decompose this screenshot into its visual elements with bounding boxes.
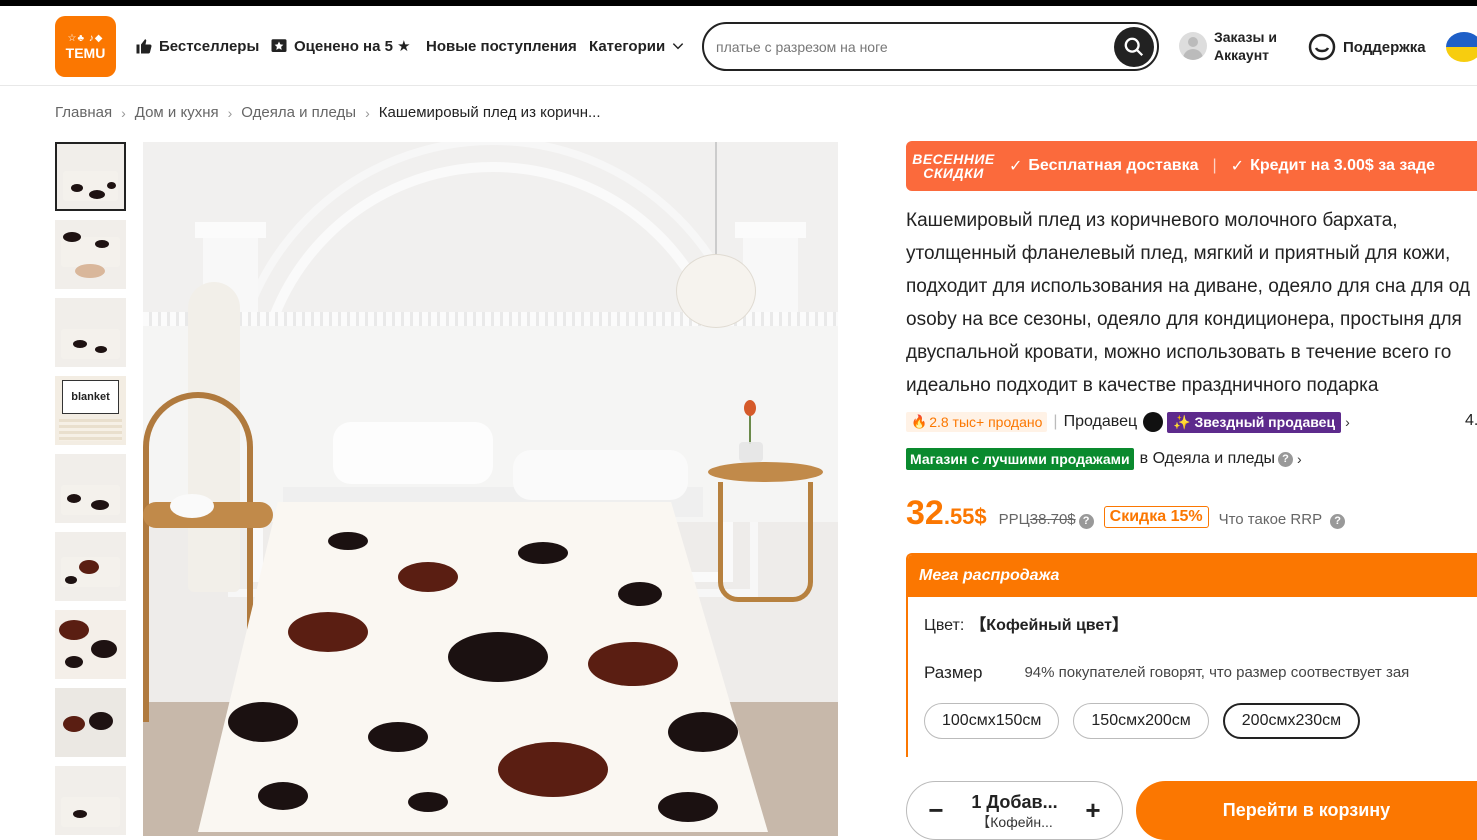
chevron-right-icon: › [227, 104, 233, 121]
mega-sale-title: Мега распродажа [908, 555, 1477, 597]
rating-value: 4. [1465, 412, 1477, 429]
rrp: РРЦ38.70$ [998, 511, 1076, 528]
chevron-down-icon [669, 37, 687, 55]
header: ☆♣ ♪◆ TEMU Бестселлеры Оценено на 5 ★ Но… [0, 6, 1477, 86]
color-row: Цвет: 【Кофейный цвет】 [924, 611, 1128, 635]
check-icon: ✓ [1230, 158, 1245, 175]
product-title: Кашемировый плед из коричневого молочног… [906, 210, 1470, 396]
color-value: 【Кофейный цвет】 [970, 617, 1128, 634]
thumbnail[interactable] [55, 142, 126, 211]
thumbnail[interactable] [55, 454, 126, 523]
nav-categories[interactable]: Категории [589, 34, 687, 58]
thumbnail-list: blanket [55, 142, 126, 840]
quantity-display[interactable]: 1 Добав... 【Кофейн... [971, 791, 1057, 831]
thumbnail[interactable] [55, 766, 126, 835]
size-row: Размер 94% покупателей говорят, что разм… [924, 663, 1477, 683]
support-link[interactable]: Поддержка [1307, 32, 1426, 62]
chevron-right-icon: › [1297, 451, 1302, 467]
size-label: Размер [924, 663, 983, 682]
chevron-right-icon: › [121, 104, 126, 121]
size-options: 100смх150см 150смх200см 200смх230см [924, 703, 1374, 739]
thumbs-up-icon [135, 37, 153, 55]
breadcrumb-blankets[interactable]: Одеяла и пледы [241, 104, 356, 121]
star-badge-icon [270, 37, 288, 55]
help-icon[interactable]: ? [1330, 513, 1346, 529]
promo-banner: ВЕСЕННИЕ СКИДКИ ✓ Бесплатная доставка | … [906, 141, 1477, 191]
search-icon [1124, 37, 1144, 57]
mega-sale-panel: Мега распродажа Цвет: 【Кофейный цвет】 Раз… [906, 553, 1477, 757]
nav-label: Бестселлеры [159, 37, 260, 55]
color-label: Цвет: [924, 617, 965, 634]
quantity-stepper: − 1 Добав... 【Кофейн... + [906, 781, 1123, 840]
help-icon[interactable]: ? [1078, 513, 1094, 529]
divider: | [1053, 413, 1058, 430]
size-option[interactable]: 100смх150см [924, 703, 1060, 739]
nav-label: Категории [589, 37, 666, 55]
search-input[interactable] [716, 34, 1106, 60]
seller-row: 🔥 2.8 тыс+ продано | Продавец ✨ Звездный… [906, 410, 1477, 434]
price-cents: .55$ [943, 504, 987, 529]
seller-avatar[interactable] [1143, 412, 1164, 432]
nav-label: Оценено на 5 ★ [294, 38, 411, 55]
help-icon[interactable]: ? [1278, 451, 1294, 467]
thumbnail[interactable] [55, 610, 126, 679]
chevron-right-icon[interactable]: › [1345, 414, 1350, 430]
search-button[interactable] [1114, 27, 1154, 67]
search-box [702, 22, 1159, 71]
check-icon: ✓ [1009, 158, 1023, 175]
nav-rated-5[interactable]: Оценено на 5 ★ [270, 34, 411, 58]
logo-text: TEMU [65, 44, 106, 61]
what-is-rrp-link[interactable]: Что такое RRP [1219, 511, 1323, 528]
best-seller-badge: Магазин с лучшими продажами [906, 448, 1134, 470]
avatar [1179, 32, 1207, 60]
go-to-cart-button[interactable]: Перейти в корзину [1136, 781, 1477, 840]
thumbnail[interactable] [55, 688, 126, 757]
minus-icon[interactable]: − [923, 795, 949, 826]
sold-count-badge: 🔥 2.8 тыс+ продано [906, 412, 1048, 432]
nav-label: Новые поступления [426, 37, 577, 55]
best-seller-row[interactable]: Магазин с лучшими продажами в Одеяла и п… [906, 448, 1302, 470]
credit-offer: ✓ Кредит на 3.00$ за заде [1230, 157, 1436, 175]
smile-support-icon [1307, 32, 1337, 62]
size-fit-note: 94% покупателей говорят, что размер соот… [1024, 664, 1410, 681]
price-row: 32 .55$ РРЦ38.70$ ? Скидка 15% Что такое… [906, 494, 1346, 533]
account-label: Заказы и Аккаунт [1214, 29, 1277, 63]
breadcrumb-home[interactable]: Главная [55, 104, 112, 121]
thumbnail[interactable] [55, 298, 126, 367]
free-shipping: ✓ Бесплатная доставка [1009, 157, 1199, 175]
breadcrumb: Главная › Дом и кухня › Одеяла и пледы ›… [55, 104, 601, 121]
star-seller-badge[interactable]: ✨ Звездный продавец [1167, 411, 1342, 433]
size-option-selected[interactable]: 200смх230см [1222, 703, 1361, 739]
size-option[interactable]: 150смх200см [1073, 703, 1209, 739]
nav-bestsellers[interactable]: Бестселлеры [135, 34, 259, 58]
spring-sale-label: ВЕСЕННИЕ СКИДКИ [912, 151, 995, 181]
nav-new-arrivals[interactable]: Новые поступления [426, 34, 577, 58]
price-whole: 32 [906, 494, 944, 532]
plus-icon[interactable]: + [1080, 795, 1106, 826]
main-product-image[interactable] [143, 142, 838, 836]
ukraine-flag-icon[interactable] [1446, 32, 1477, 62]
breadcrumb-current: Кашемировый плед из коричн... [378, 104, 601, 121]
best-seller-category: в Одеяла и пледы [1139, 450, 1276, 467]
thumbnail[interactable]: blanket [55, 376, 126, 445]
thumbnail[interactable] [55, 220, 126, 289]
fire-icon: 🔥 [911, 414, 928, 429]
support-label: Поддержка [1343, 38, 1426, 56]
temu-logo[interactable]: ☆♣ ♪◆ TEMU [55, 16, 116, 77]
thumbnail[interactable] [55, 532, 126, 601]
breadcrumb-home-kitchen[interactable]: Дом и кухня [135, 104, 219, 121]
discount-badge: Скидка 15% [1103, 506, 1209, 528]
divider: | [1212, 157, 1217, 174]
thumbnail-label: blanket [62, 380, 119, 414]
account-menu[interactable]: Заказы и Аккаунт [1179, 28, 1294, 64]
logo-icons: ☆♣ ♪◆ [67, 32, 104, 44]
chevron-right-icon: › [365, 104, 370, 121]
seller-label: Продавец [1063, 413, 1138, 430]
